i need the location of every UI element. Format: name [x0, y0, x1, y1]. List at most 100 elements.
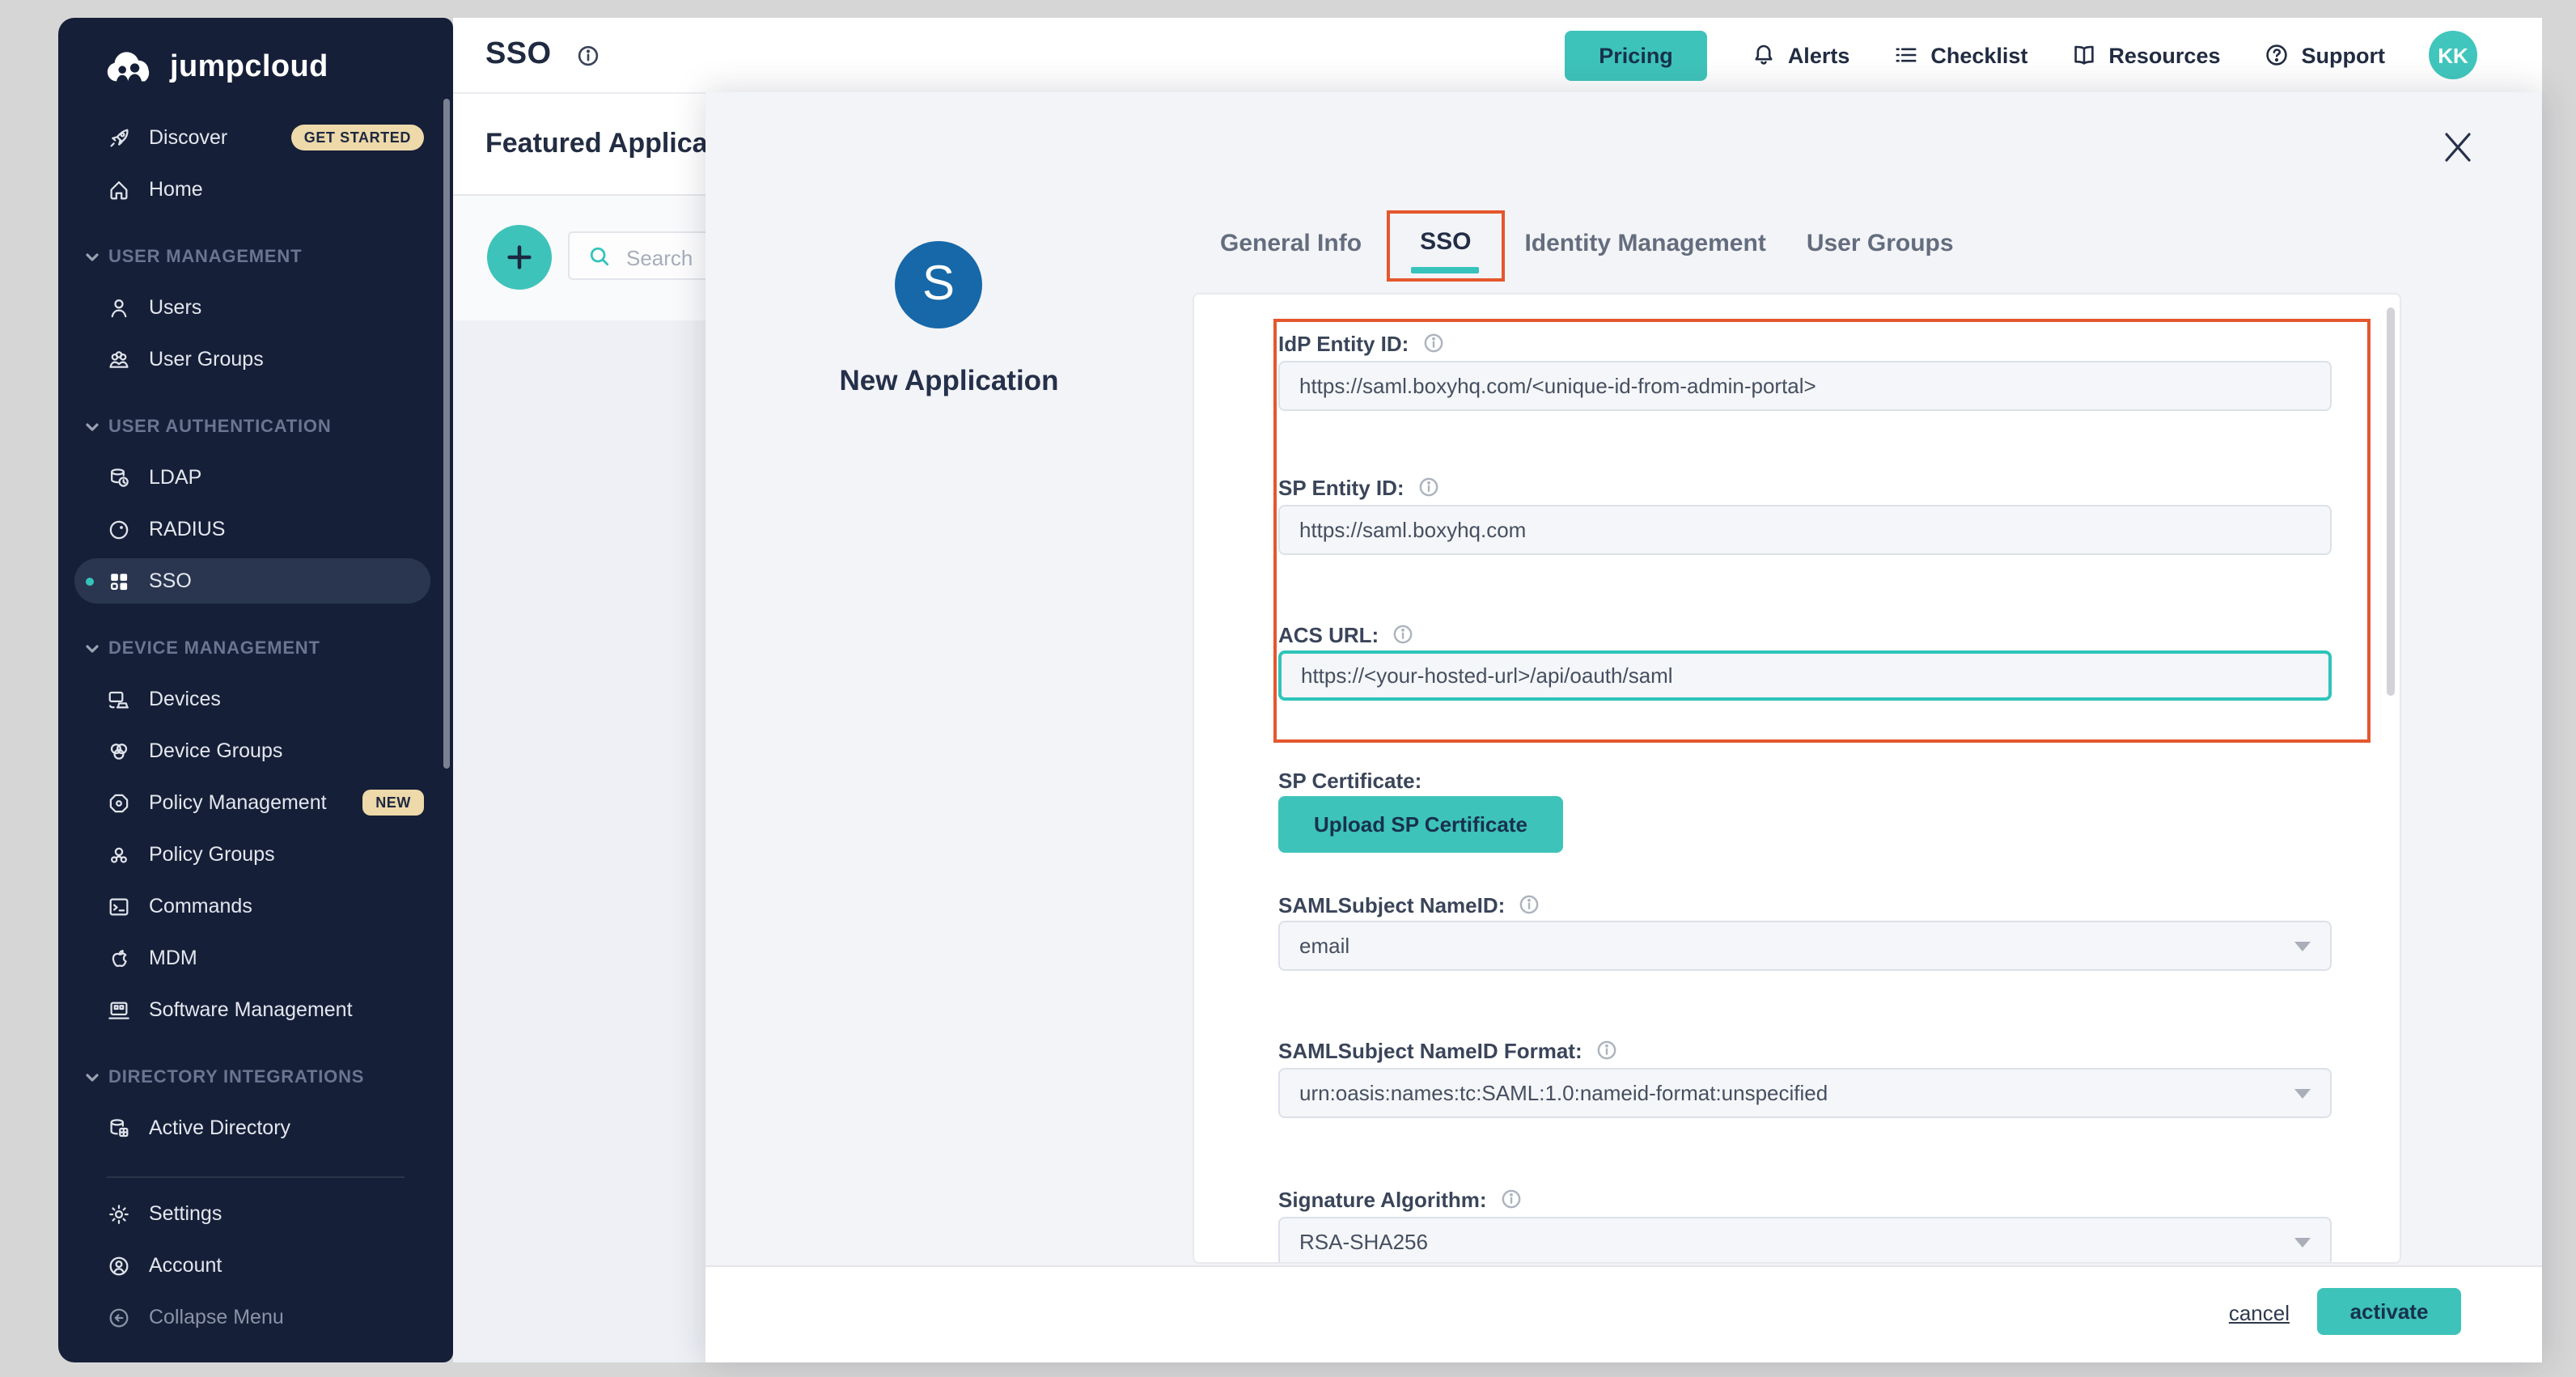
signature-algorithm-label: Signature Algorithm:	[1278, 1187, 1487, 1211]
sp-entity-id-label-row: SP Entity ID:	[1278, 474, 1440, 500]
sidebar-item-label: RADIUS	[149, 518, 225, 540]
sidebar-item-label: Software Management	[149, 998, 353, 1021]
sidebar-item-label: Active Directory	[149, 1116, 290, 1139]
sidebar-item-account[interactable]: Account	[58, 1239, 453, 1291]
pricing-button[interactable]: Pricing	[1565, 30, 1707, 80]
cancel-button[interactable]: cancel	[2229, 1301, 2290, 1325]
support-button[interactable]: Support	[2265, 42, 2386, 68]
sidebar-item-device-groups[interactable]: Device Groups	[58, 725, 453, 777]
info-icon[interactable]	[575, 43, 600, 67]
add-application-button[interactable]	[487, 225, 552, 290]
sidebar-item-discover[interactable]: Discover GET STARTED	[58, 112, 453, 163]
caret-down-icon	[2294, 1088, 2311, 1098]
sidebar-divider	[107, 1176, 405, 1178]
sp-certificate-label: SP Certificate:	[1278, 768, 1421, 792]
sidebar-section-user-management[interactable]: USER MANAGEMENT	[58, 233, 453, 282]
topbar: SSO Pricing Alerts Checklist Resources S…	[453, 18, 2542, 92]
sidebar-item-user-groups[interactable]: User Groups	[58, 333, 453, 385]
modal-footer: cancel activate	[705, 1265, 2542, 1362]
sidebar-item-policy-management[interactable]: Policy Management NEW	[58, 777, 453, 828]
section-title: DIRECTORY INTEGRATIONS	[108, 1068, 364, 1087]
sidebar-item-settings[interactable]: Settings	[58, 1188, 453, 1239]
gear-icon	[107, 1201, 131, 1226]
sidebar-item-devices[interactable]: Devices	[58, 673, 453, 725]
policy-management-icon	[107, 790, 131, 815]
sidebar-item-label: Commands	[149, 895, 252, 917]
signature-algorithm-value: RSA-SHA256	[1299, 1230, 1428, 1254]
sidebar-item-active-directory[interactable]: Active Directory	[58, 1102, 453, 1154]
bell-icon	[1751, 42, 1777, 68]
sidebar-item-radius[interactable]: RADIUS	[58, 503, 453, 555]
sidebar-item-mdm[interactable]: MDM	[58, 932, 453, 984]
resources-button[interactable]: Resources	[2071, 42, 2220, 68]
avatar[interactable]: KK	[2429, 31, 2477, 79]
caret-down-icon	[2294, 941, 2311, 951]
jumpcloud-logo[interactable]: jumpcloud	[58, 18, 453, 97]
form-scrollbar[interactable]	[2387, 307, 2395, 696]
tab-user-groups[interactable]: User Groups	[1807, 229, 1954, 256]
sp-entity-id-input[interactable]: https://saml.boxyhq.com	[1278, 505, 2332, 555]
info-icon[interactable]	[1500, 1188, 1523, 1210]
tab-general-info[interactable]: General Info	[1220, 229, 1362, 256]
sidebar-item-label: Collapse Menu	[149, 1306, 284, 1328]
sidebar-item-label: Devices	[149, 688, 221, 710]
sidebar-item-label: Home	[149, 178, 203, 201]
sidebar-item-software-management[interactable]: Software Management	[58, 984, 453, 1036]
policy-groups-icon	[107, 842, 131, 866]
modal-tabs: General Info SSO Identity Management Use…	[1220, 201, 1994, 285]
new-application-modal: S New Application General Info SSO Ident…	[705, 92, 2542, 1362]
activate-button[interactable]: activate	[2317, 1288, 2461, 1335]
jumpcloud-cloud-icon	[102, 50, 157, 86]
close-icon[interactable]	[2440, 129, 2476, 165]
idp-entity-id-input[interactable]: https://saml.boxyhq.com/<unique-id-from-…	[1278, 361, 2332, 411]
sidebar-item-sso[interactable]: SSO	[58, 555, 453, 607]
sidebar-item-commands[interactable]: Commands	[58, 880, 453, 932]
sidebar-item-ldap[interactable]: LDAP	[58, 451, 453, 503]
sidebar-item-label: Users	[149, 296, 201, 319]
info-icon[interactable]	[1392, 623, 1414, 646]
sidebar-item-policy-groups[interactable]: Policy Groups	[58, 828, 453, 880]
sidebar-item-home[interactable]: Home	[58, 163, 453, 215]
sidebar-item-users[interactable]: Users	[58, 282, 453, 333]
info-icon[interactable]	[1421, 332, 1444, 354]
sidebar: jumpcloud Discover GET STARTED Home USER…	[58, 18, 453, 1362]
rocket-icon	[107, 125, 131, 150]
sidebar-section-user-authentication[interactable]: USER AUTHENTICATION	[58, 403, 453, 451]
get-started-badge: GET STARTED	[291, 125, 424, 150]
sidebar-item-label: Policy Management	[149, 791, 327, 814]
signature-algorithm-select[interactable]: RSA-SHA256	[1278, 1217, 2332, 1264]
support-label: Support	[2302, 43, 2386, 67]
chevron-down-icon	[84, 249, 100, 265]
chevron-down-icon	[84, 419, 100, 435]
sidebar-scrollbar[interactable]	[443, 99, 450, 769]
alerts-button[interactable]: Alerts	[1751, 42, 1850, 68]
sidebar-item-label: Device Groups	[149, 739, 282, 762]
tab-identity-management[interactable]: Identity Management	[1524, 229, 1765, 256]
sidebar-item-collapse-menu[interactable]: Collapse Menu	[58, 1291, 453, 1343]
info-icon[interactable]	[1417, 476, 1440, 498]
info-icon[interactable]	[1595, 1039, 1618, 1061]
sp-entity-id-label: SP Entity ID:	[1278, 475, 1405, 499]
info-icon[interactable]	[1518, 893, 1540, 916]
checklist-label: Checklist	[1930, 43, 2027, 67]
user-icon	[107, 295, 131, 320]
sidebar-item-label: LDAP	[149, 466, 201, 489]
sidebar-item-label: Settings	[149, 1202, 222, 1225]
acs-url-label-row: ACS URL:	[1278, 621, 1414, 647]
radius-icon	[107, 517, 131, 541]
commands-terminal-icon	[107, 894, 131, 918]
nameid-format-select[interactable]: urn:oasis:names:tc:SAML:1.0:nameid-forma…	[1278, 1068, 2332, 1118]
nameid-select[interactable]: email	[1278, 921, 2332, 971]
home-icon	[107, 177, 131, 201]
tab-sso[interactable]: SSO	[1420, 227, 1471, 255]
account-icon	[107, 1253, 131, 1277]
sidebar-item-label: Policy Groups	[149, 843, 275, 866]
devices-icon	[107, 687, 131, 711]
checklist-button[interactable]: Checklist	[1893, 42, 2027, 68]
sidebar-section-directory-integrations[interactable]: DIRECTORY INTEGRATIONS	[58, 1053, 453, 1102]
sso-grid-icon	[107, 569, 131, 593]
sp-certificate-label-row: SP Certificate:	[1278, 767, 1421, 793]
upload-sp-certificate-button[interactable]: Upload SP Certificate	[1278, 796, 1563, 853]
sidebar-section-device-management[interactable]: DEVICE MANAGEMENT	[58, 625, 453, 673]
acs-url-input[interactable]: https://<your-hosted-url>/api/oauth/saml	[1278, 650, 2332, 701]
